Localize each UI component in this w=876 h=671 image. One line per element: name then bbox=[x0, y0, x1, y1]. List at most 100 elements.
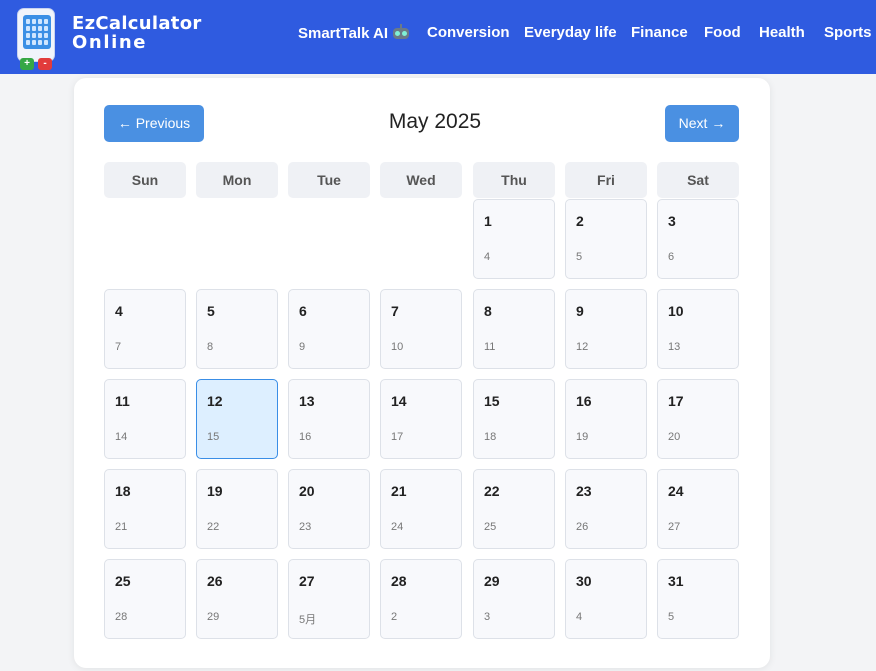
nav-item-smarttalk-ai[interactable]: SmartTalk AI bbox=[298, 24, 410, 44]
day-number: 4 bbox=[115, 303, 123, 319]
calendar-day-cell[interactable]: 10 13 bbox=[657, 289, 739, 369]
calendar-day-cell[interactable]: 8 11 bbox=[473, 289, 555, 369]
calendar-day-cell[interactable]: 69 bbox=[288, 289, 370, 369]
lunar-date-label: 22 bbox=[207, 521, 220, 533]
calendar-day-cell[interactable]: 12 15 bbox=[196, 379, 278, 459]
calendar-day-cell[interactable]: 21 24 bbox=[380, 469, 462, 549]
calendar-day-cell[interactable]: 22 25 bbox=[473, 469, 555, 549]
calendar-day-cell[interactable]: 18 21 bbox=[104, 469, 186, 549]
calendar-day-cell[interactable]: 36 bbox=[657, 199, 739, 279]
lunar-date-label: 11 bbox=[484, 341, 496, 353]
brand-line-2: Online bbox=[72, 32, 148, 53]
calendar-day-cell[interactable]: 26 29 bbox=[196, 559, 278, 639]
nav-item-food[interactable]: Food bbox=[704, 24, 741, 44]
day-number: 31 bbox=[668, 573, 684, 589]
day-number: 30 bbox=[576, 573, 592, 589]
day-number: 2 bbox=[576, 213, 584, 229]
calendar-day-cell[interactable]: 19 22 bbox=[196, 469, 278, 549]
lunar-date-label: 3 bbox=[484, 611, 491, 623]
calendar-day-cell[interactable]: 14 17 bbox=[380, 379, 462, 459]
calendar-day-cell[interactable]: 20 23 bbox=[288, 469, 370, 549]
lunar-date-label: 4 bbox=[576, 611, 583, 623]
calendar-day-cell[interactable]: 9 12 bbox=[565, 289, 647, 369]
day-number: 5 bbox=[207, 303, 215, 319]
day-number: 28 bbox=[391, 573, 407, 589]
day-number: 6 bbox=[299, 303, 307, 319]
day-number: 8 bbox=[484, 303, 492, 319]
weekday-header-thu: Thu bbox=[473, 162, 555, 198]
day-number: 10 bbox=[668, 303, 684, 319]
weekday-header-wed: Wed bbox=[380, 162, 462, 198]
day-number: 12 bbox=[207, 393, 223, 409]
day-number: 24 bbox=[668, 483, 684, 499]
calendar-day-cell[interactable]: 28 2 bbox=[380, 559, 462, 639]
lunar-date-label: 27 bbox=[668, 521, 681, 533]
lunar-date-label: 17 bbox=[391, 431, 404, 443]
calendar-day-cell[interactable]: 31 5 bbox=[657, 559, 739, 639]
lunar-date-label: 24 bbox=[391, 521, 404, 533]
lunar-date-label: 2 bbox=[391, 611, 398, 623]
weekday-header-sat: Sat bbox=[657, 162, 739, 198]
calendar-day-cell[interactable]: 30 4 bbox=[565, 559, 647, 639]
calendar-day-cell[interactable]: 14 bbox=[473, 199, 555, 279]
calendar-day-cell[interactable]: 24 27 bbox=[657, 469, 739, 549]
day-number: 21 bbox=[391, 483, 407, 499]
brand-name-link[interactable]: EzCalculator Online bbox=[72, 14, 202, 52]
lunar-date-label: 8 bbox=[207, 341, 214, 353]
nav-item-health[interactable]: Health bbox=[759, 24, 805, 44]
nav-item-sports[interactable]: Sports bbox=[824, 24, 872, 44]
calendar-day-cell[interactable]: 47 bbox=[104, 289, 186, 369]
day-number: 26 bbox=[207, 573, 223, 589]
lunar-date-label: 9 bbox=[299, 341, 306, 353]
lunar-date-label: 28 bbox=[115, 611, 128, 623]
calendar-day-cell[interactable]: 29 3 bbox=[473, 559, 555, 639]
lunar-date-label: 19 bbox=[576, 431, 589, 443]
calendar-day-cell[interactable]: 13 16 bbox=[288, 379, 370, 459]
calculator-logo-icon[interactable]: + - bbox=[17, 8, 55, 70]
robot-icon bbox=[392, 24, 410, 40]
day-number: 14 bbox=[391, 393, 407, 409]
brand-line-1: EzCalculator bbox=[72, 13, 202, 34]
day-number: 20 bbox=[299, 483, 315, 499]
calendar-day-cell[interactable]: 17 20 bbox=[657, 379, 739, 459]
day-number: 1 bbox=[484, 213, 492, 229]
day-number: 11 bbox=[115, 393, 130, 409]
lunar-date-label: 21 bbox=[115, 521, 128, 533]
previous-month-button[interactable]: ← Previous bbox=[104, 105, 204, 142]
weekday-header-fri: Fri bbox=[565, 162, 647, 198]
lunar-date-label: 5 bbox=[576, 251, 583, 263]
day-number: 9 bbox=[576, 303, 584, 319]
lunar-date-label: 14 bbox=[115, 431, 128, 443]
logo-calculator-body bbox=[17, 8, 55, 62]
calendar-day-cell[interactable]: 58 bbox=[196, 289, 278, 369]
day-number: 7 bbox=[391, 303, 399, 319]
lunar-date-label: 23 bbox=[299, 521, 312, 533]
logo-minus-badge: - bbox=[38, 58, 52, 70]
calendar-day-cell[interactable]: 15 18 bbox=[473, 379, 555, 459]
calendar-day-cell[interactable]: 25 bbox=[565, 199, 647, 279]
day-number: 25 bbox=[115, 573, 131, 589]
lunar-date-label: 15 bbox=[207, 431, 220, 443]
calendar-day-cell[interactable]: 27 5月 bbox=[288, 559, 370, 639]
lunar-date-label: 4 bbox=[484, 251, 491, 263]
lunar-date-label: 16 bbox=[299, 431, 312, 443]
nav-item-everyday-life[interactable]: Everyday life bbox=[524, 24, 617, 44]
day-number: 18 bbox=[115, 483, 131, 499]
nav-item-finance[interactable]: Finance bbox=[631, 24, 688, 44]
weekday-header-mon: Mon bbox=[196, 162, 278, 198]
calendar-day-cell[interactable]: 25 28 bbox=[104, 559, 186, 639]
logo-keypad bbox=[23, 15, 51, 49]
calendar-day-cell[interactable]: 11 14 bbox=[104, 379, 186, 459]
calendar-day-cell[interactable]: 16 19 bbox=[565, 379, 647, 459]
day-number: 19 bbox=[207, 483, 223, 499]
weekday-header-sun: Sun bbox=[104, 162, 186, 198]
day-number: 29 bbox=[484, 573, 500, 589]
lunar-date-label: 5月 bbox=[299, 614, 317, 626]
nav-item-conversion[interactable]: Conversion bbox=[427, 24, 510, 44]
nav-item-label: SmartTalk AI bbox=[298, 25, 389, 42]
day-number: 27 bbox=[299, 573, 315, 589]
calendar-day-cell[interactable]: 23 26 bbox=[565, 469, 647, 549]
lunar-date-label: 18 bbox=[484, 431, 497, 443]
calendar-day-cell[interactable]: 7 10 bbox=[380, 289, 462, 369]
next-month-button[interactable]: Next → bbox=[665, 105, 739, 142]
